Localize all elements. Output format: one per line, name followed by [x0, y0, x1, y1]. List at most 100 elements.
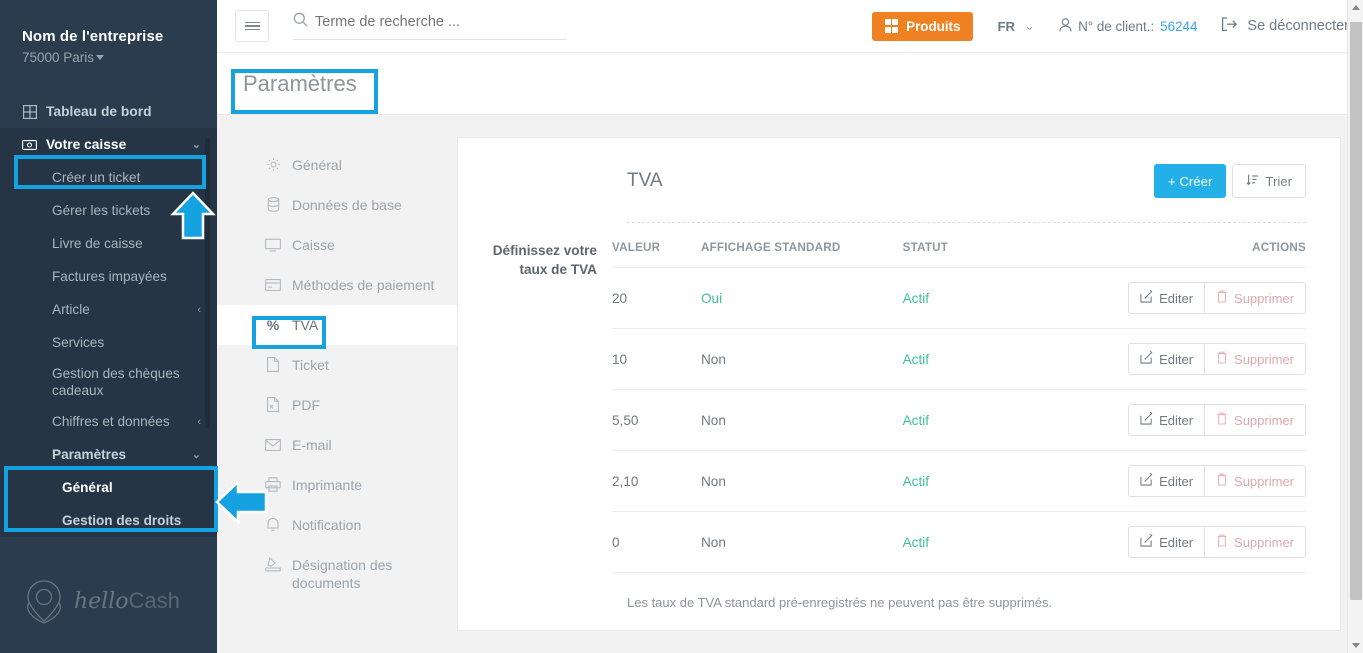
tva-table: VALEUR AFFICHAGE STANDARD STATUT ACTIONS…	[612, 241, 1306, 573]
sidebar-item-label: Livre de caisse	[52, 236, 143, 251]
main-area: Produits FR ⌄ N° de client.: 56244	[217, 0, 1363, 653]
table-row: 10 Non Actif Editer Supprimer	[612, 328, 1306, 390]
tab-designation-des-documents[interactable]: Désignation des documents	[217, 545, 457, 603]
tab-e-mail[interactable]: E-mail	[217, 425, 457, 465]
sidebar-item-livre-de-caisse[interactable]: Livre de caisse	[0, 227, 217, 260]
pencil-square-icon	[1140, 533, 1153, 550]
column-header-actions: ACTIONS	[1128, 241, 1306, 268]
scroll-down-arrow-icon[interactable]	[1352, 643, 1360, 648]
tab-caisse[interactable]: Caisse	[217, 225, 457, 265]
sidebar-item-parametres[interactable]: Paramètres ⌄	[0, 438, 217, 471]
sidebar-item-services[interactable]: Services	[0, 326, 217, 359]
delete-button[interactable]: Supprimer	[1204, 526, 1306, 558]
search-box[interactable]	[293, 12, 566, 40]
company-location[interactable]: 75000 Paris	[22, 50, 217, 65]
tab-methodes-de-paiement[interactable]: Méthodes de paiement	[217, 265, 457, 305]
tab-pdf[interactable]: PDF	[217, 385, 457, 425]
edit-button[interactable]: Editer	[1128, 343, 1205, 375]
sidebar-scrollbar[interactable]	[205, 138, 210, 428]
language-selector[interactable]: FR ⌄	[997, 18, 1035, 34]
logout-button[interactable]: Se déconnecter	[1221, 16, 1349, 36]
cell-valeur: 20	[612, 267, 701, 329]
cell-affichage: Non	[700, 450, 903, 512]
tva-section-label: Définissez votre taux de TVA	[492, 243, 597, 277]
chevron-down-icon: ⌄	[1024, 18, 1036, 33]
tab-ticket[interactable]: Ticket	[217, 345, 457, 385]
sidebar-item-label: Gérer les tickets	[52, 203, 151, 218]
row-action-group: Editer Supprimer	[1128, 465, 1306, 497]
sort-button[interactable]: Trier	[1232, 164, 1306, 198]
sidebar-item-label: Gestion des chèques cadeaux	[52, 366, 180, 398]
tab-label: Imprimante	[292, 477, 363, 493]
products-button[interactable]: Produits	[871, 11, 974, 41]
column-header-valeur: VALEUR	[612, 241, 701, 268]
row-action-group: Editer Supprimer	[1128, 526, 1306, 558]
tva-table-body: 20 Oui Actif Editer Supprimer 10 Non Act…	[612, 267, 1306, 573]
company-location-label: 75000 Paris	[22, 50, 95, 65]
row-action-group: Editer Supprimer	[1128, 282, 1306, 314]
table-row: 5,50 Non Actif Editer Supprimer	[612, 389, 1306, 451]
delete-button-label: Supprimer	[1234, 534, 1294, 550]
sidebar-item-factures-impayees[interactable]: Factures impayées	[0, 260, 217, 293]
edit-button[interactable]: Editer	[1128, 465, 1205, 497]
sidebar-item-general[interactable]: Général	[0, 471, 217, 504]
tab-imprimante[interactable]: Imprimante	[217, 465, 457, 505]
sidebar-item-gerer-les-tickets[interactable]: Gérer les tickets	[0, 194, 217, 227]
create-button[interactable]: + Créer	[1154, 164, 1227, 198]
sidebar-subnav-caisse: Créer un ticket Gérer les tickets Livre …	[0, 161, 217, 537]
document-signature-icon	[265, 556, 281, 573]
client-number-label: N° de client.:	[1078, 18, 1155, 34]
user-icon	[1059, 17, 1072, 35]
delete-button[interactable]: Supprimer	[1204, 465, 1306, 497]
tab-general[interactable]: Général	[217, 145, 457, 185]
sidebar-item-label: Article	[52, 302, 90, 317]
credit-card-icon	[265, 276, 281, 293]
row-action-group: Editer Supprimer	[1128, 343, 1306, 375]
sidebar-item-article[interactable]: Article ‹	[0, 293, 217, 326]
tva-card-actions: + Créer Trier	[1154, 164, 1306, 198]
tab-label: Ticket	[292, 357, 329, 373]
plus-icon: +	[1168, 173, 1176, 189]
client-number[interactable]: N° de client.: 56244	[1059, 17, 1197, 35]
edit-button[interactable]: Editer	[1128, 404, 1205, 436]
tab-donnees-de-base[interactable]: Données de base	[217, 185, 457, 225]
sidebar-item-creer-un-ticket[interactable]: Créer un ticket	[0, 161, 217, 194]
pdf-file-icon	[265, 396, 281, 413]
pencil-square-icon	[1140, 411, 1153, 428]
content-body: Général Données de base Caisse Méthodes …	[217, 115, 1363, 653]
create-button-label: Créer	[1179, 173, 1213, 189]
scrollbar-thumb[interactable]	[1350, 22, 1362, 600]
location-pin-logo-icon	[22, 577, 66, 625]
sidebar-item-label: Créer un ticket	[52, 170, 141, 185]
page-scrollbar[interactable]	[1347, 0, 1363, 653]
chevron-down-icon: ⌄	[191, 139, 201, 151]
sidebar-item-gestion-des-cheques-cadeaux[interactable]: Gestion des chèques cadeaux	[0, 359, 217, 405]
tab-label: Désignation des documents	[292, 557, 393, 591]
tab-notification[interactable]: Notification	[217, 505, 457, 545]
sidebar-item-label: Paramètres	[52, 447, 127, 462]
sidebar-item-chiffres-et-donnees[interactable]: Chiffres et données ‹	[0, 405, 217, 438]
delete-button-label: Supprimer	[1234, 412, 1294, 428]
tab-tva[interactable]: % TVA	[217, 305, 457, 345]
sort-button-label: Trier	[1265, 173, 1292, 189]
delete-button[interactable]: Supprimer	[1204, 404, 1306, 436]
search-input[interactable]	[315, 14, 566, 30]
sidebar-item-tableau-de-bord[interactable]: Tableau de bord	[0, 95, 217, 128]
hamburger-icon[interactable]	[235, 10, 269, 42]
page-title: Paramètres	[243, 70, 357, 96]
delete-button[interactable]: Supprimer	[1204, 343, 1306, 375]
tab-label: Méthodes de paiement	[292, 277, 435, 293]
edit-button[interactable]: Editer	[1128, 282, 1205, 314]
trash-icon	[1216, 534, 1228, 550]
scroll-up-arrow-icon[interactable]	[1352, 5, 1360, 10]
cell-affichage: Non	[700, 511, 903, 573]
sidebar-item-label: Gestion des droits	[62, 513, 182, 528]
sidebar-item-votre-caisse[interactable]: Votre caisse ⌄	[0, 128, 217, 161]
column-header-affichage: AFFICHAGE STANDARD	[700, 241, 903, 268]
edit-button[interactable]: Editer	[1128, 526, 1205, 558]
dashboard-grid-icon	[22, 104, 37, 119]
edit-button-label: Editer	[1159, 412, 1194, 428]
delete-button[interactable]: Supprimer	[1204, 282, 1306, 314]
brand-block[interactable]: Nom de l'entreprise 75000 Paris	[0, 0, 217, 65]
sidebar-item-gestion-des-droits[interactable]: Gestion des droits	[0, 504, 217, 537]
